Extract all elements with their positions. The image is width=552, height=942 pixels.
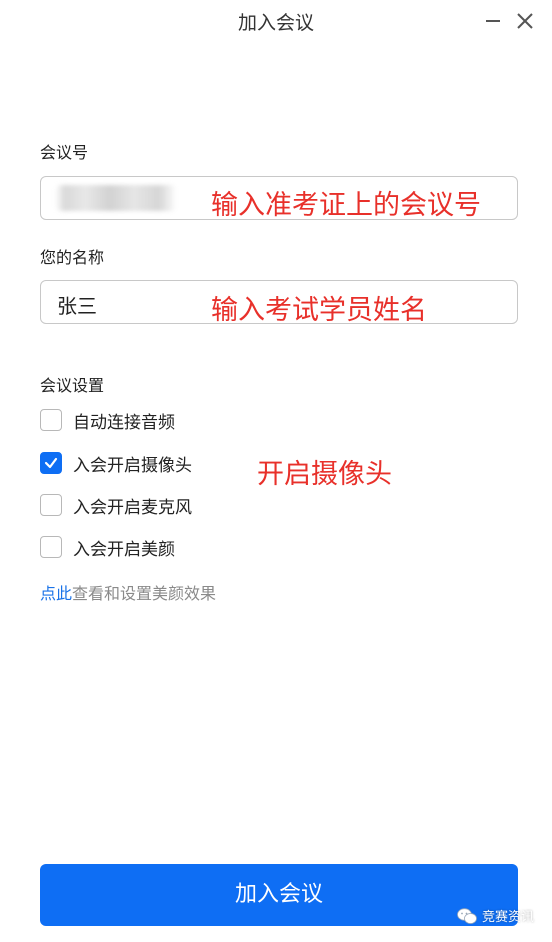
beauty-checkbox[interactable]: [40, 536, 62, 558]
window-title: 加入会议: [237, 12, 314, 34]
microphone-checkbox[interactable]: [40, 494, 62, 516]
title-bar: 加入会议: [0, 0, 552, 44]
beauty-label: 入会开启美颜: [73, 539, 175, 560]
meeting-id-label: 会议号: [40, 143, 89, 162]
camera-checkbox[interactable]: [40, 452, 62, 474]
auto-audio-checkbox[interactable]: [40, 409, 62, 431]
minimize-button[interactable]: [482, 10, 504, 32]
name-label: 您的名称: [40, 248, 105, 267]
settings-label: 会议设置: [40, 376, 105, 395]
name-input-value: 张三: [57, 294, 97, 318]
wechat-icon: [457, 907, 477, 924]
beauty-settings-line: 点此查看和设置美颜效果: [40, 580, 216, 604]
close-icon: [517, 13, 533, 29]
redacted-meeting-id: [55, 185, 177, 211]
join-meeting-button[interactable]: 加入会议: [40, 864, 518, 926]
option-auto-audio[interactable]: 自动连接音频: [40, 408, 175, 433]
camera-label: 入会开启摄像头: [73, 455, 192, 476]
watermark: 竞赛资讯: [456, 906, 534, 925]
name-annotation: 输入考试学员姓名: [211, 295, 427, 326]
meeting-id-annotation: 输入准考证上的会议号: [211, 190, 481, 221]
option-camera[interactable]: 入会开启摄像头: [40, 451, 192, 476]
close-button[interactable]: [514, 10, 536, 32]
checkmark-icon: [44, 457, 58, 469]
beauty-settings-text: 查看和设置美颜效果: [72, 584, 217, 603]
option-beauty[interactable]: 入会开启美颜: [40, 535, 175, 560]
auto-audio-label: 自动连接音频: [73, 412, 175, 433]
minimize-icon: [486, 20, 500, 22]
option-microphone[interactable]: 入会开启麦克风: [40, 493, 192, 518]
microphone-label: 入会开启麦克风: [73, 497, 192, 518]
beauty-settings-link[interactable]: 点此: [40, 584, 72, 603]
camera-annotation: 开启摄像头: [257, 459, 392, 490]
watermark-text: 竞赛资讯: [482, 910, 535, 925]
